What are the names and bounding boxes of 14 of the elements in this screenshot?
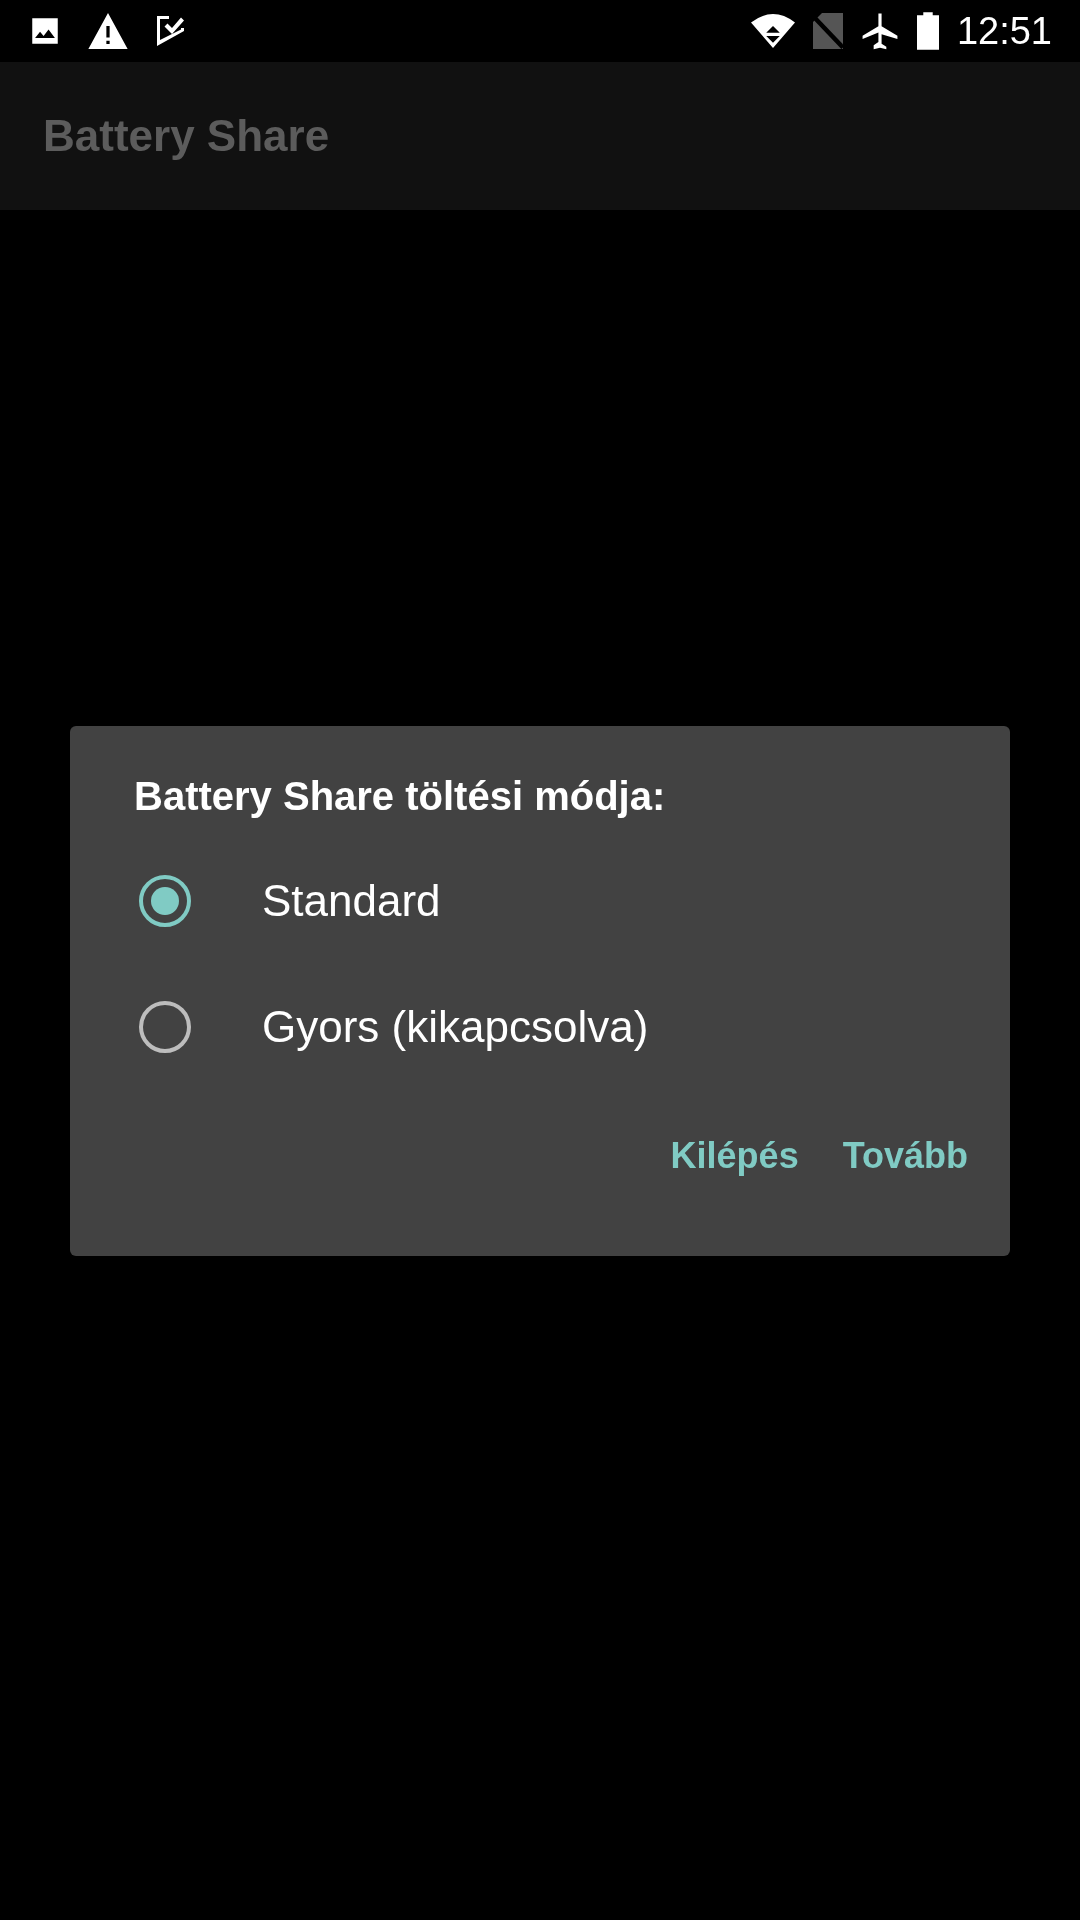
- radio-button[interactable]: [138, 1000, 192, 1054]
- clock-time: 12:51: [956, 12, 1052, 50]
- dialog-button[interactable]: Kilépés: [658, 1124, 811, 1188]
- no-sim-icon: [812, 13, 843, 49]
- dialog-button[interactable]: Tovább: [830, 1124, 980, 1188]
- battery-icon: [916, 11, 939, 51]
- dialog-title: Battery Share töltési módja:: [134, 774, 666, 818]
- radio-option[interactable]: Gyors (kikapcsolva): [70, 964, 1010, 1090]
- radio-option[interactable]: Standard: [70, 838, 1010, 964]
- airplane-icon: [860, 12, 899, 50]
- wifi-icon: [750, 13, 795, 49]
- radio-button[interactable]: [138, 874, 192, 928]
- warning-icon: [88, 13, 128, 49]
- app-title: Battery Share: [43, 110, 330, 162]
